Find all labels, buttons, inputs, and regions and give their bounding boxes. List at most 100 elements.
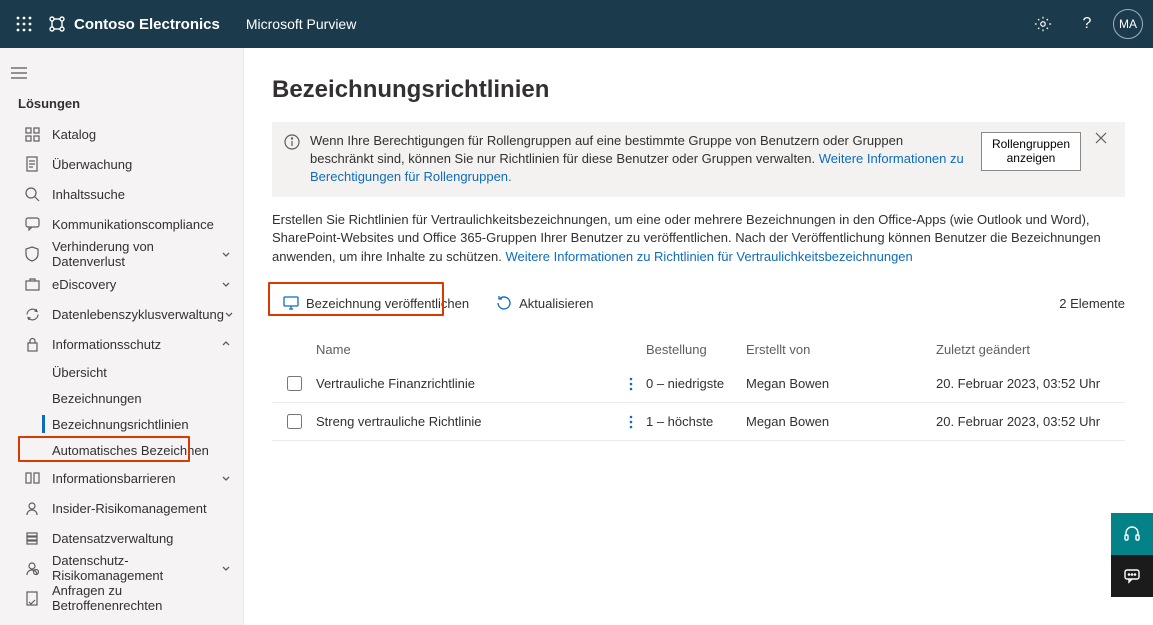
sidebar-item[interactable]: Inhaltssuche bbox=[0, 179, 243, 209]
sidebar-subitem-label: Übersicht bbox=[52, 365, 107, 380]
show-role-groups-button[interactable]: Rollengruppen anzeigen bbox=[981, 132, 1081, 171]
sidebar-collapse-button[interactable] bbox=[0, 56, 243, 90]
sidebar-item[interactable]: eDiscovery bbox=[0, 269, 243, 299]
sidebar-subitem[interactable]: Bezeichnungsrichtlinien bbox=[30, 411, 243, 437]
sidebar: Lösungen Katalog Überwachung Inhaltssuche K… bbox=[0, 48, 244, 625]
chevron-up-icon bbox=[221, 339, 231, 349]
sidebar-subitem[interactable]: Bezeichnungen bbox=[30, 385, 243, 411]
cell-modified: 20. Februar 2023, 03:52 Uhr bbox=[936, 376, 1125, 391]
user-avatar[interactable]: MA bbox=[1113, 9, 1143, 39]
refresh-button[interactable]: Aktualisieren bbox=[485, 288, 603, 318]
help-icon: ? bbox=[1083, 15, 1092, 33]
cell-order: 1 – höchste bbox=[646, 414, 746, 429]
sidebar-item-label: Überwachung bbox=[52, 157, 132, 172]
col-header-order[interactable]: Bestellung bbox=[646, 342, 746, 357]
sidebar-subitem[interactable]: Übersicht bbox=[30, 359, 243, 385]
chat-icon bbox=[22, 214, 42, 234]
description-link[interactable]: Weitere Informationen zu Richtlinien für… bbox=[505, 249, 912, 264]
lock-icon bbox=[22, 334, 42, 354]
chevron-down-icon bbox=[221, 279, 231, 289]
privacy-icon bbox=[22, 558, 42, 578]
user-icon bbox=[22, 498, 42, 518]
sidebar-item[interactable]: Datensatzverwaltung bbox=[0, 523, 243, 553]
publish-label-button[interactable]: Bezeichnung veröffentlichen bbox=[272, 288, 479, 318]
sidebar-item-label: Informationsschutz bbox=[52, 337, 161, 352]
cycle-icon bbox=[22, 304, 42, 324]
table-row[interactable]: Vertrauliche Finanzrichtlinie 0 – niedrig… bbox=[272, 365, 1125, 403]
doc-icon bbox=[22, 154, 42, 174]
sidebar-item-label: Informationsbarrieren bbox=[52, 471, 176, 486]
sidebar-item[interactable]: Kommunikationscompliance bbox=[0, 209, 243, 239]
col-header-name[interactable]: Name bbox=[316, 342, 616, 357]
banner-close-button[interactable] bbox=[1089, 132, 1113, 144]
row-checkbox[interactable] bbox=[287, 414, 302, 429]
sidebar-item-label: Insider-Risikomanagement bbox=[52, 501, 207, 516]
fab-stack bbox=[1111, 513, 1153, 597]
sidebar-item-label: Anfragen zu Betroffenenrechten bbox=[52, 583, 231, 613]
table-header: Name Bestellung Erstellt von Zuletzt geä… bbox=[272, 333, 1125, 365]
close-icon bbox=[1095, 132, 1107, 144]
hamburger-icon bbox=[10, 66, 28, 80]
cell-order: 0 – niedrigste bbox=[646, 376, 746, 391]
sidebar-item[interactable]: Datenlebenszyklusverwaltung bbox=[0, 299, 243, 329]
briefcase-icon bbox=[22, 274, 42, 294]
row-menu-button[interactable] bbox=[629, 377, 633, 391]
banner-text-content: Wenn Ihre Berechtigungen für Rollengrupp… bbox=[310, 133, 903, 166]
sidebar-item-label: Datensatzverwaltung bbox=[52, 531, 173, 546]
grid-icon bbox=[22, 124, 42, 144]
sidebar-item[interactable]: Anfragen zu Betroffenenrechten bbox=[0, 583, 243, 613]
barrier-icon bbox=[22, 468, 42, 488]
sidebar-item[interactable]: Verhinderung von Datenverlust bbox=[0, 239, 243, 269]
table-row[interactable]: Streng vertrauliche Richtlinie 1 – höchst… bbox=[272, 403, 1125, 441]
sidebar-item-label: Kommunikationscompliance bbox=[52, 217, 214, 232]
refresh-button-label: Aktualisieren bbox=[519, 296, 593, 311]
sidebar-item-label: eDiscovery bbox=[52, 277, 116, 292]
sidebar-section-title: Lösungen bbox=[0, 90, 243, 119]
sidebar-item-label: Inhaltssuche bbox=[52, 187, 125, 202]
col-header-modified[interactable]: Zuletzt geändert bbox=[936, 342, 1125, 357]
brand-name: Contoso Electronics bbox=[74, 16, 220, 33]
sidebar-subitem-label: Bezeichnungen bbox=[52, 391, 142, 406]
search-icon bbox=[22, 184, 42, 204]
publish-button-label: Bezeichnung veröffentlichen bbox=[306, 296, 469, 311]
headset-icon bbox=[1123, 525, 1141, 543]
row-menu-button[interactable] bbox=[629, 415, 633, 429]
chevron-down-icon bbox=[221, 563, 231, 573]
sidebar-item-label: Datenschutz-Risikomanagement bbox=[52, 553, 221, 583]
sidebar-item[interactable]: Datenschutz-Risikomanagement bbox=[0, 553, 243, 583]
more-vertical-icon bbox=[629, 415, 633, 429]
cell-modified: 20. Februar 2023, 03:52 Uhr bbox=[936, 414, 1125, 429]
sidebar-item[interactable]: Informationsschutz bbox=[0, 329, 243, 359]
sidebar-item[interactable]: Informationsbarrieren bbox=[0, 463, 243, 493]
policies-table: Name Bestellung Erstellt von Zuletzt geä… bbox=[272, 333, 1125, 441]
col-header-creator[interactable]: Erstellt von bbox=[746, 342, 936, 357]
row-checkbox[interactable] bbox=[287, 376, 302, 391]
page-description: Erstellen Sie Richtlinien für Vertraulic… bbox=[272, 211, 1125, 268]
sidebar-item[interactable]: Insider-Risikomanagement bbox=[0, 493, 243, 523]
app-header: Contoso Electronics Microsoft Purview ? … bbox=[0, 0, 1153, 48]
main-content: Bezeichnungsrichtlinien Wenn Ihre Berech… bbox=[244, 48, 1153, 625]
sidebar-item[interactable]: Katalog bbox=[0, 119, 243, 149]
cell-creator: Megan Bowen bbox=[746, 414, 936, 429]
toolbar: Bezeichnung veröffentlichen Aktualisiere… bbox=[272, 283, 1125, 323]
cell-name: Vertrauliche Finanzrichtlinie bbox=[316, 376, 616, 391]
product-name: Microsoft Purview bbox=[246, 16, 356, 32]
page-title: Bezeichnungsrichtlinien bbox=[272, 76, 1125, 104]
cell-name: Streng vertrauliche Richtlinie bbox=[316, 414, 616, 429]
settings-button[interactable] bbox=[1021, 0, 1065, 48]
app-launcher[interactable] bbox=[0, 0, 48, 48]
feedback-fab[interactable] bbox=[1111, 555, 1153, 597]
banner-text: Wenn Ihre Berechtigungen für Rollengrupp… bbox=[310, 132, 969, 187]
sidebar-subitem[interactable]: Automatisches Bezeichnen bbox=[30, 437, 243, 463]
avatar-initials: MA bbox=[1119, 17, 1137, 31]
sidebar-item[interactable]: Überwachung bbox=[0, 149, 243, 179]
help-button[interactable]: ? bbox=[1065, 0, 1109, 48]
brand: Contoso Electronics bbox=[48, 15, 220, 33]
info-banner: Wenn Ihre Berechtigungen für Rollengrupp… bbox=[272, 122, 1125, 197]
records-icon bbox=[22, 528, 42, 548]
shield-icon bbox=[22, 244, 42, 264]
sidebar-item-label: Datenlebenszyklusverwaltung bbox=[52, 307, 224, 322]
monitor-icon bbox=[282, 294, 300, 312]
sidebar-subitem-label: Automatisches Bezeichnen bbox=[52, 443, 209, 458]
support-fab[interactable] bbox=[1111, 513, 1153, 555]
